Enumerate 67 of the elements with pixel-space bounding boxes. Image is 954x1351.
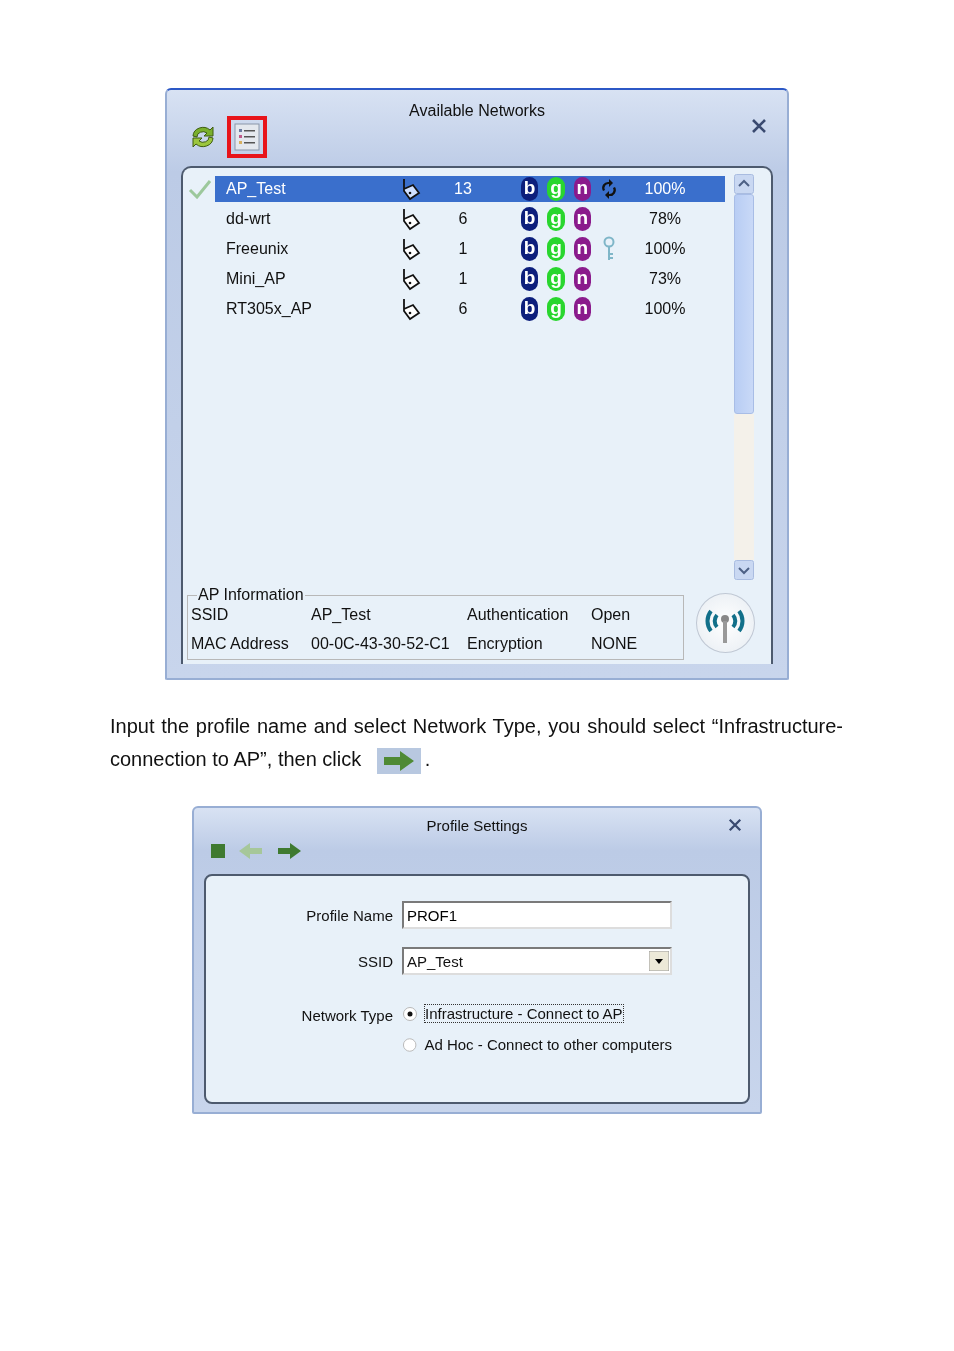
profile-name-field[interactable]: PROF1 — [402, 901, 672, 929]
channel-text: 1 — [457, 240, 469, 258]
ssid-dropdown[interactable]: AP_Test — [402, 947, 672, 975]
mode-badge: n — [573, 207, 591, 231]
mode-badge: g — [547, 267, 565, 291]
list-view-button[interactable] — [227, 116, 267, 158]
window-title: Profile Settings — [426, 817, 528, 834]
mode-badge: g — [547, 237, 565, 261]
network-type-radio[interactable]: Infrastructure - Connect to AP — [402, 1005, 672, 1022]
close-button[interactable] — [726, 816, 744, 834]
sync-icon — [599, 178, 619, 200]
ssid-text: AP_Test — [226, 180, 287, 198]
mode-badge: b — [521, 267, 539, 291]
network-row[interactable]: dd-wrt 6 b g n 78% — [215, 206, 725, 232]
network-row[interactable]: Mini_AP 1 b g n 73% — [215, 266, 725, 292]
list-icon — [233, 122, 261, 152]
mode-badge: g — [547, 177, 565, 201]
channel-text: 13 — [453, 180, 473, 198]
key-icon — [602, 236, 616, 262]
dropdown-arrow-icon — [649, 951, 669, 971]
scroll-up-button[interactable] — [734, 174, 754, 194]
radio-button[interactable] — [402, 1036, 418, 1053]
radio-button[interactable] — [402, 1005, 418, 1022]
signal-text: 100% — [643, 240, 687, 258]
mode-badge: n — [573, 297, 591, 321]
group-title: AP Information — [197, 586, 305, 604]
forward-button[interactable] — [276, 842, 302, 860]
scroll-thumb[interactable] — [734, 194, 754, 414]
signal-text: 73% — [648, 270, 682, 288]
info-label: Authentication — [467, 606, 570, 624]
mode-badge: n — [573, 237, 591, 261]
ssid-text: RT305x_AP — [226, 300, 313, 318]
ssid-text: Mini_AP — [226, 270, 287, 288]
field-label: SSID — [357, 952, 393, 970]
signal-text: 100% — [643, 300, 687, 318]
mode-badge: b — [521, 237, 539, 261]
ssid-text: dd-wrt — [226, 210, 272, 228]
network-row[interactable]: AP_Test 13 b g n 100% — [215, 176, 725, 202]
mode-badge: g — [547, 207, 565, 231]
mode-badge: b — [521, 177, 539, 201]
stop-button[interactable] — [210, 843, 226, 859]
network-type-radio[interactable]: Ad Hoc - Connect to other computers — [402, 1036, 672, 1053]
mode-badge: b — [521, 297, 539, 321]
field-label: Network Type — [300, 1007, 393, 1024]
mode-badge: n — [573, 177, 591, 201]
scroll-down-button[interactable] — [734, 560, 754, 580]
instruction-text: Input the profile name and select Network Type, you should select “Infrastructure-connection to AP”, then click . — [110, 710, 843, 776]
channel-text: 1 — [457, 270, 469, 288]
info-label: SSID — [191, 606, 230, 624]
network-row[interactable]: RT305x_AP 6 b g n 100% — [215, 296, 725, 322]
mode-badge: g — [547, 297, 565, 321]
signal-text: 78% — [648, 210, 682, 228]
channel-text: 6 — [457, 300, 469, 318]
network-row[interactable]: Freeunix 1 b g n 100% — [215, 236, 725, 262]
channel-text: 6 — [457, 210, 469, 228]
window-title: Available Networks — [409, 102, 545, 120]
mode-badge: b — [521, 207, 539, 231]
field-label: Profile Name — [305, 906, 393, 924]
mode-badge: n — [573, 267, 591, 291]
info-label: Encryption — [467, 635, 544, 653]
signal-text: 100% — [643, 180, 687, 198]
info-value: NONE — [591, 635, 639, 653]
ssid-text: Freeunix — [226, 240, 290, 258]
info-value: 00-0C-43-30-52-C1 — [311, 635, 451, 653]
info-label: MAC Address — [191, 635, 290, 653]
info-value: AP_Test — [311, 606, 372, 624]
info-value: Open — [591, 606, 632, 624]
